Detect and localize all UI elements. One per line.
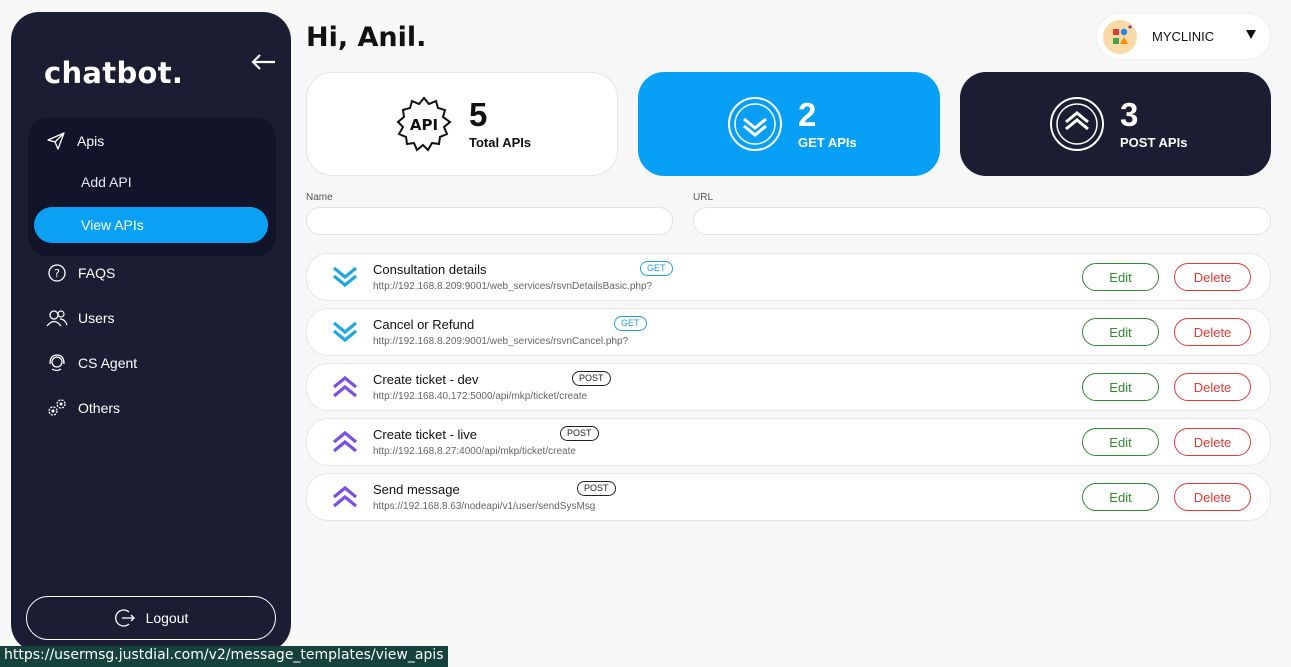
api-row: Create ticket - live POST http://192.168…	[306, 418, 1271, 466]
get-apis-label: GET APIs	[798, 135, 857, 150]
api-gear-icon: API	[395, 95, 453, 153]
url-filter-label: URL	[693, 192, 714, 203]
sidebar-item-others[interactable]: Others	[46, 397, 120, 419]
chevron-double-down-icon	[332, 321, 358, 343]
edit-button[interactable]: Edit	[1082, 373, 1159, 401]
logout-label: Logout	[145, 610, 189, 626]
api-row: Consultation details GET http://192.168.…	[306, 253, 1271, 301]
sidebar-item-apis[interactable]: Apis	[45, 130, 104, 152]
method-badge: GET	[640, 261, 673, 276]
method-badge: GET	[614, 316, 647, 331]
edit-button[interactable]: Edit	[1082, 318, 1159, 346]
chevron-double-up-icon	[332, 485, 358, 508]
sidebar-item-users[interactable]: Users	[46, 307, 115, 329]
headset-icon	[46, 352, 68, 374]
api-url: http://192.168.8.209:9001/web_services/r…	[373, 281, 653, 292]
collapse-sidebar-button[interactable]	[249, 52, 279, 72]
stat-card-get: 2 GET APIs	[638, 72, 940, 176]
api-name: Cancel or Refund	[373, 317, 475, 332]
api-url: https://192.168.8.63/nodeapi/v1/user/sen…	[373, 501, 596, 512]
sidebar-item-label: CS Agent	[78, 355, 138, 371]
delete-button[interactable]: Delete	[1174, 263, 1251, 291]
edit-button[interactable]: Edit	[1082, 483, 1159, 511]
svg-text:?: ?	[54, 267, 60, 280]
api-row: Create ticket - dev POST http://192.168.…	[306, 363, 1271, 411]
post-apis-label: POST APIs	[1120, 135, 1188, 150]
total-apis-label: Total APIs	[469, 135, 532, 150]
status-bar-url: https://usermsg.justdial.com/v2/message_…	[0, 646, 448, 667]
sidebar-item-label: Apis	[77, 133, 105, 149]
method-badge: POST	[572, 371, 611, 386]
sidebar-item-label: Users	[78, 310, 115, 326]
arrow-left-icon	[251, 54, 275, 70]
chevron-down-badge-icon	[726, 95, 784, 153]
stat-card-post: 3 POST APIs	[960, 72, 1271, 176]
chevron-double-down-icon	[332, 266, 358, 288]
stat-card-total: API 5 Total APIs	[306, 72, 618, 176]
method-badge: POST	[560, 426, 599, 441]
sidebar-item-view-apis[interactable]: View APIs	[34, 207, 268, 243]
paper-plane-icon	[45, 130, 67, 152]
api-url: http://192.168.8.209:9001/web_services/r…	[373, 336, 629, 347]
users-icon	[46, 307, 68, 329]
api-name: Create ticket - live	[373, 427, 478, 442]
brand-logo: chatbot.	[44, 56, 184, 90]
sidebar-item-label: FAQS	[78, 265, 116, 281]
sidebar-item-cs-agent[interactable]: CS Agent	[46, 352, 137, 374]
api-name: Consultation details	[373, 262, 487, 277]
name-filter-label: Name	[306, 192, 333, 203]
get-apis-count: 2	[798, 96, 817, 133]
sidebar-item-add-api[interactable]: Add API	[81, 174, 132, 190]
api-row: Send message POST https://192.168.8.63/n…	[306, 473, 1271, 521]
question-circle-icon: ?	[46, 262, 68, 284]
sidebar-item-label: Others	[78, 400, 121, 416]
logout-icon	[114, 607, 136, 629]
chevron-up-badge-icon	[1048, 95, 1106, 153]
chevron-double-up-icon	[332, 375, 358, 398]
api-name: Send message	[373, 482, 460, 497]
method-badge: POST	[577, 481, 616, 496]
chevron-down-icon	[1246, 30, 1256, 39]
delete-button[interactable]: Delete	[1174, 483, 1251, 511]
edit-button[interactable]: Edit	[1082, 263, 1159, 291]
logout-button[interactable]: Logout	[26, 596, 276, 640]
gears-icon	[46, 397, 68, 419]
edit-button[interactable]: Edit	[1082, 428, 1159, 456]
svg-text:API: API	[410, 116, 438, 134]
api-name: Create ticket - dev	[373, 372, 479, 387]
api-row: Cancel or Refund GET http://192.168.8.20…	[306, 308, 1271, 356]
delete-button[interactable]: Delete	[1174, 428, 1251, 456]
total-apis-count: 5	[469, 96, 488, 133]
chevron-double-up-icon	[332, 430, 358, 453]
page-title: Hi, Anil.	[306, 22, 427, 53]
api-url: http://192.168.8.27:4000/api/mkp/ticket/…	[373, 446, 576, 457]
api-url: http://192.168.40.172:5000/api/mkp/ticke…	[373, 391, 588, 402]
sidebar: chatbot. Apis Add API View APIs ? FAQS U…	[11, 12, 291, 652]
post-apis-count: 3	[1120, 96, 1139, 133]
delete-button[interactable]: Delete	[1174, 373, 1251, 401]
url-filter-input[interactable]	[693, 207, 1271, 235]
delete-button[interactable]: Delete	[1174, 318, 1251, 346]
sidebar-item-faqs[interactable]: ? FAQS	[46, 262, 115, 284]
avatar	[1103, 19, 1137, 54]
name-filter-input[interactable]	[306, 207, 673, 235]
clinic-name: MYCLINIC	[1152, 29, 1215, 44]
clinic-selector[interactable]: MYCLINIC	[1097, 14, 1270, 59]
